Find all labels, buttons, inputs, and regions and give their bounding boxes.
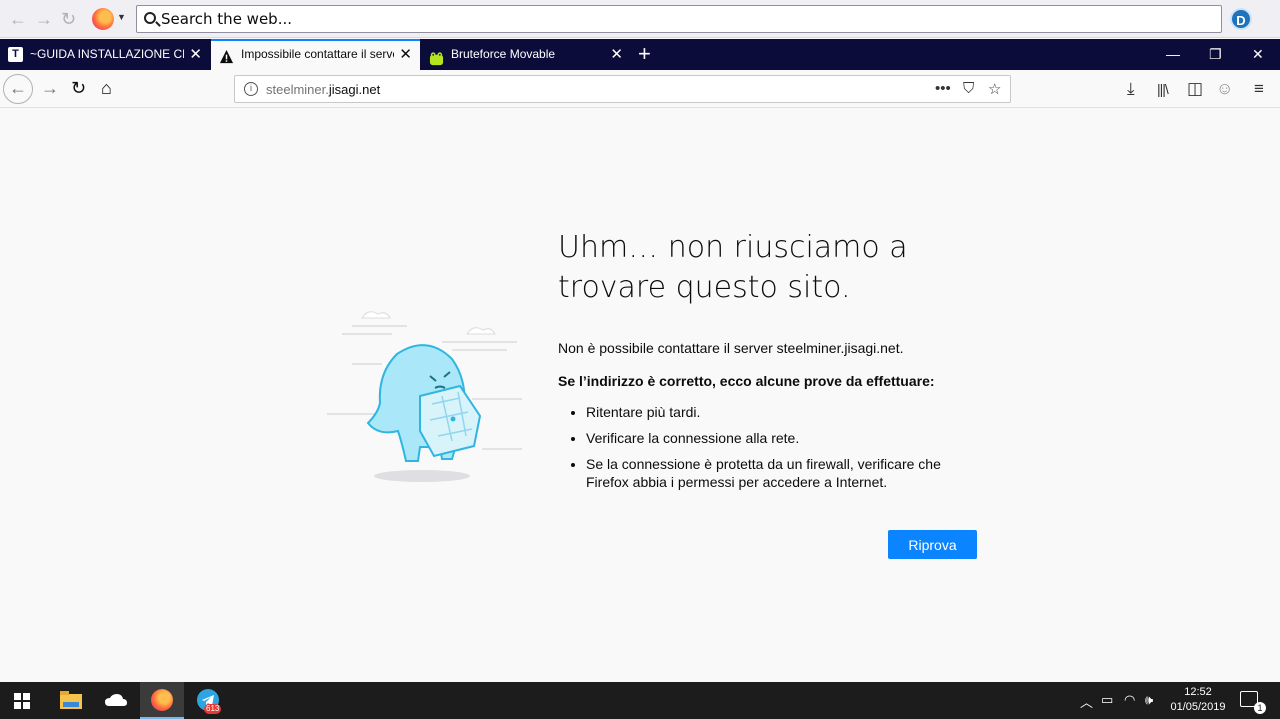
info-icon[interactable]: i [244,82,258,96]
file-explorer-button[interactable] [48,682,92,719]
error-subheading: Se l’indirizzo è corretto, ecco alcune p… [558,373,935,389]
battery-icon[interactable]: ▭ [1101,692,1113,708]
clock-date: 01/05/2019 [1170,701,1226,713]
windows-logo-icon [14,693,30,709]
back-button[interactable]: ← [3,74,33,104]
forward-arrow-icon[interactable]: → [35,9,53,30]
error-title: Uhm… non riusciamo a trovare questo sito… [558,230,908,305]
new-tab-button[interactable]: + [638,39,651,69]
monster-map-illustration [322,304,527,486]
error-message: Uhm… non riusciamo a trovare questo sito… [558,228,978,499]
tab-bruteforce-movable[interactable]: Bruteforce Movable ✕ [421,39,631,70]
profile-avatar[interactable]: D [1230,8,1252,30]
firefox-logo-icon [151,689,173,711]
search-icon [144,12,156,24]
url-text[interactable]: steelminer.jisagi.net [266,82,380,97]
wifi-icon[interactable]: ◠ [1124,692,1135,708]
error-description: Non è possibile contattare il server ste… [558,340,904,356]
close-icon[interactable]: ✕ [399,41,412,68]
tab-impossibile-contattare[interactable]: Impossibile contattare il server ✕ [211,39,420,70]
back-arrow-icon[interactable]: ← [9,9,27,30]
list-item: Ritentare più tardi. [586,403,978,421]
smiley-icon[interactable]: ☺ [1216,79,1233,99]
frog-favicon-icon [429,47,444,66]
folder-icon [60,691,82,709]
list-item: Se la connessione è protetta da un firew… [586,455,978,491]
tips-list: Ritentare più tardi. Verificare la conne… [558,403,978,491]
cloud-icon [105,694,127,706]
download-icon[interactable]: ⤓ [1127,79,1135,99]
restore-icon[interactable]: ❐ [1209,39,1222,70]
web-search-input[interactable] [161,9,1201,29]
warning-icon [219,47,234,64]
volume-icon[interactable]: 🕪 [1145,692,1153,708]
system-clock[interactable]: 12:52 01/05/2019 [1166,685,1230,715]
telegram-taskbar-button[interactable]: 613 [186,682,230,719]
chevron-up-icon[interactable]: ︿ [1080,692,1093,711]
library-icon[interactable]: |||\ [1157,79,1169,99]
firefox-logo-icon[interactable] [92,8,114,30]
sidebar-icon[interactable]: ◫ [1187,79,1203,99]
forward-button[interactable]: → [41,78,59,98]
t-favicon-icon: T [8,47,23,62]
top-search-bar: ← → ↻ ▼ D [0,0,1280,38]
reload-icon[interactable]: ↻ [61,9,76,30]
close-icon[interactable]: ✕ [610,39,623,70]
web-search-box[interactable] [136,5,1222,33]
menu-icon[interactable]: ≡ [1254,79,1264,99]
bookmark-star-icon[interactable]: ☆ [988,80,1001,98]
windows-taskbar: 613 ︿ ▭ ◠ 🕪 12:52 01/05/2019 1 [0,682,1280,719]
navigation-toolbar: ← → ↻ ⌂ i steelminer.jisagi.net ••• ⛉ ☆ … [0,70,1280,108]
close-window-icon[interactable]: ✕ [1252,39,1264,70]
notification-count: 1 [1254,702,1266,714]
home-button[interactable]: ⌂ [101,78,112,98]
tab-guida-installazione[interactable]: T ~GUIDA INSTALLAZIONE CFW ✕ [0,39,210,70]
unread-badge: 613 [204,704,222,714]
clock-time: 12:52 [1184,686,1212,698]
chevron-down-icon[interactable]: ▼ [117,12,126,22]
retry-button[interactable]: Riprova [888,530,977,559]
error-page: Uhm… non riusciamo a trovare questo sito… [0,108,1280,682]
list-item: Verificare la connessione alla rete. [586,429,978,447]
onedrive-button[interactable] [94,682,138,719]
tab-strip: T ~GUIDA INSTALLAZIONE CFW ✕ Impossibile… [0,39,1280,70]
firefox-taskbar-button[interactable] [140,682,184,719]
page-actions-icon[interactable]: ••• [935,80,951,97]
pocket-icon[interactable]: ⛉ [963,80,974,97]
close-icon[interactable]: ✕ [189,39,202,70]
start-button[interactable] [0,682,44,719]
address-bar[interactable]: i steelminer.jisagi.net ••• ⛉ ☆ [234,75,1011,103]
reload-button[interactable]: ↻ [71,78,86,98]
minimize-icon[interactable]: — [1166,39,1180,70]
